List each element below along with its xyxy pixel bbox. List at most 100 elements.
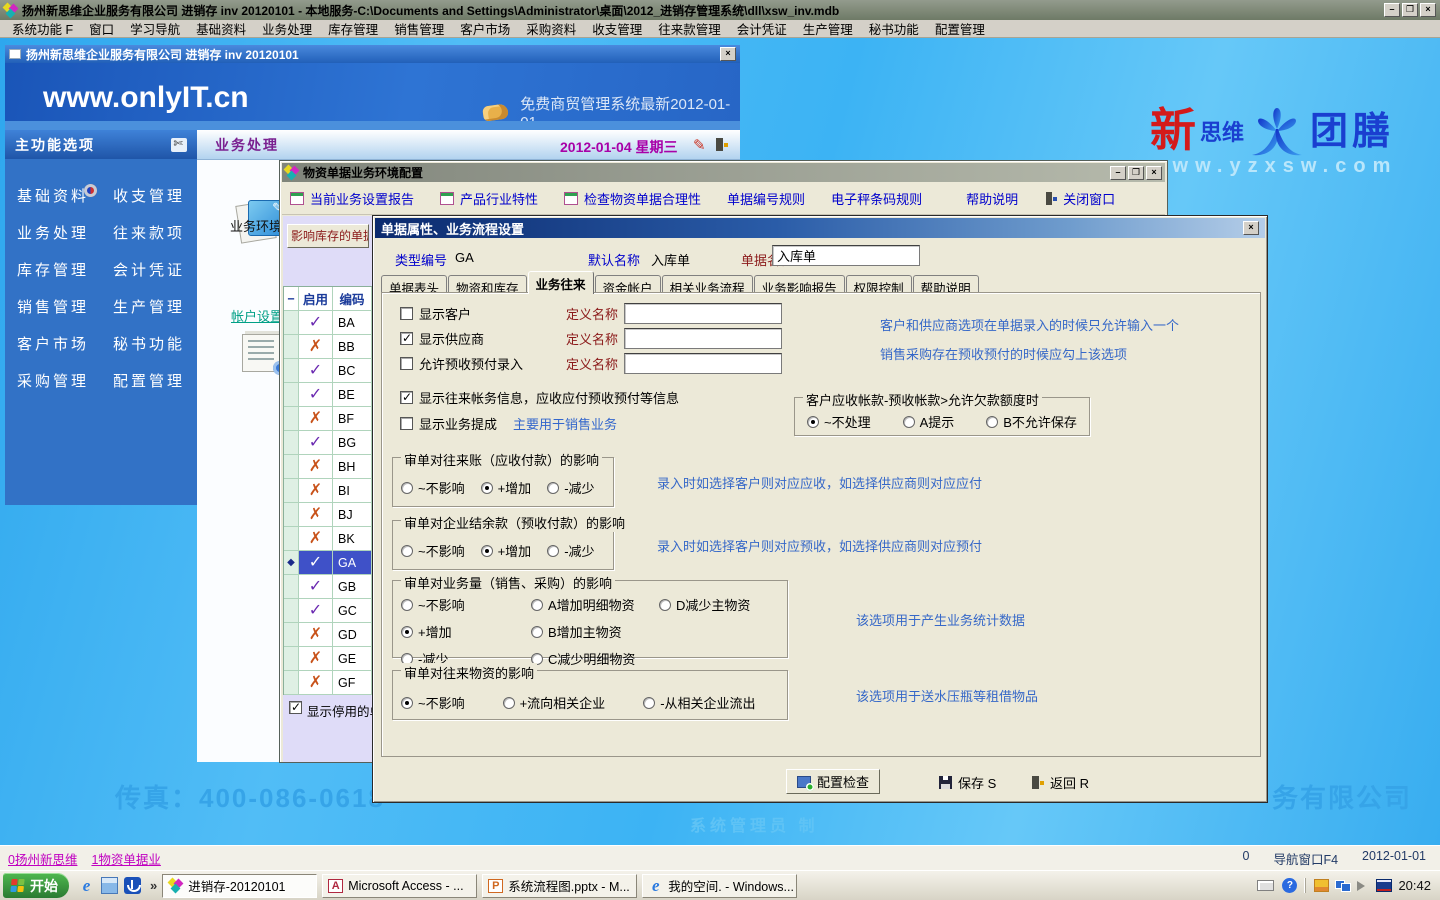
- menu-item[interactable]: 生产管理: [795, 19, 861, 38]
- radio-option[interactable]: -减少: [547, 541, 594, 560]
- overflow-chevron-icon[interactable]: »: [150, 878, 157, 893]
- define-name-input[interactable]: [624, 303, 782, 324]
- define-name-input[interactable]: [624, 328, 782, 349]
- radio-icon[interactable]: [531, 599, 543, 611]
- ime-icon[interactable]: [1314, 879, 1329, 892]
- sidebar-item[interactable]: 客户市场: [17, 333, 113, 354]
- radio-option[interactable]: +增加: [481, 541, 532, 560]
- radio-icon[interactable]: [903, 416, 915, 428]
- sidebar-item[interactable]: 销售管理: [17, 296, 113, 317]
- radio-option[interactable]: B增加主物资: [531, 622, 635, 641]
- radio-option[interactable]: ~不影响: [401, 595, 465, 614]
- maximize-button[interactable]: ❐: [1402, 3, 1418, 17]
- menu-item[interactable]: 采购资料: [518, 19, 584, 38]
- sidebar-item[interactable]: 基础资料: [17, 185, 113, 206]
- menu-item[interactable]: 收支管理: [584, 19, 650, 38]
- table-row[interactable]: ✓ BE: [284, 383, 372, 407]
- table-row[interactable]: ✗ BI: [284, 479, 372, 503]
- volume-icon[interactable]: [1357, 881, 1370, 891]
- menu-item[interactable]: 窗口: [81, 19, 122, 38]
- help-icon[interactable]: 帮助说明: [948, 189, 1018, 208]
- menu-item[interactable]: 秘书功能: [861, 19, 927, 38]
- radio-option[interactable]: +流向相关企业: [503, 693, 606, 712]
- start-button[interactable]: 开始: [3, 873, 69, 898]
- menu-item[interactable]: 业务处理: [254, 19, 320, 38]
- menu-item[interactable]: 库存管理: [320, 19, 386, 38]
- inventory-impact-button[interactable]: 影响库存的单据: [287, 224, 369, 248]
- save-button[interactable]: 保存 S: [939, 773, 996, 792]
- menu-item[interactable]: 配置管理: [927, 19, 993, 38]
- radio-icon[interactable]: [531, 626, 543, 638]
- toolbar-button[interactable]: 单据编号规则: [727, 189, 805, 208]
- task-button[interactable]: 我的空间. - Windows...: [642, 874, 797, 898]
- account-settings-link[interactable]: 帐户设置: [231, 306, 283, 325]
- radio-icon[interactable]: [401, 599, 413, 611]
- col-collapse[interactable]: −: [284, 287, 299, 310]
- radio-option[interactable]: +增加: [401, 622, 465, 641]
- accounts-info-checkbox[interactable]: [400, 391, 413, 404]
- table-row[interactable]: ✗ BB: [284, 335, 372, 359]
- sidebar-item[interactable]: 库存管理: [17, 259, 113, 280]
- table-row[interactable]: ✓ GC: [284, 599, 372, 623]
- radio-option[interactable]: D减少主物资: [659, 595, 750, 614]
- exit-door-icon[interactable]: [715, 138, 728, 151]
- sidebar-item[interactable]: 会计凭证: [113, 259, 209, 280]
- radio-option[interactable]: -减少: [547, 478, 594, 497]
- show-option-checkbox[interactable]: [400, 357, 413, 370]
- menu-item[interactable]: 系统功能 F: [4, 19, 81, 38]
- menu-item[interactable]: 会计凭证: [729, 19, 795, 38]
- toolbar-button[interactable]: 电子秤条码规则: [831, 189, 922, 208]
- report-icon[interactable]: 当前业务设置报告: [290, 189, 414, 208]
- radio-icon[interactable]: [401, 697, 413, 709]
- show-option-checkbox[interactable]: [400, 307, 413, 320]
- radio-icon[interactable]: [547, 482, 559, 494]
- commission-checkbox[interactable]: [400, 417, 413, 430]
- task-button[interactable]: 系统流程图.pptx - M...: [482, 874, 637, 898]
- table-row[interactable]: ✗ GF: [284, 671, 372, 695]
- table-row[interactable]: ✗ GE: [284, 647, 372, 671]
- radio-icon[interactable]: [401, 545, 413, 557]
- radio-icon[interactable]: [986, 416, 998, 428]
- help-question-icon[interactable]: ?: [1282, 878, 1297, 893]
- radio-option[interactable]: A增加明细物资: [531, 595, 635, 614]
- tab-business-processing[interactable]: 业务处理: [215, 135, 279, 155]
- radio-option[interactable]: ~不影响: [401, 541, 465, 560]
- radio-option[interactable]: ~不影响: [401, 693, 465, 712]
- table-row[interactable]: ✗ BH: [284, 455, 372, 479]
- radio-icon[interactable]: [807, 416, 819, 428]
- radio-icon[interactable]: [503, 697, 515, 709]
- sidebar-item[interactable]: 配置管理: [113, 370, 209, 391]
- show-option-checkbox[interactable]: [400, 332, 413, 345]
- menu-item[interactable]: 基础资料: [188, 19, 254, 38]
- report-icon[interactable]: 检查物资单据合理性: [564, 189, 701, 208]
- menu-item[interactable]: 销售管理: [386, 19, 452, 38]
- close-button[interactable]: ×: [1420, 3, 1436, 17]
- anchor-icon[interactable]: [124, 877, 141, 894]
- table-row[interactable]: ◆ ✓ GA: [284, 551, 372, 575]
- config-maximize-button[interactable]: ❐: [1128, 166, 1144, 180]
- table-row[interactable]: ✗ BK: [284, 527, 372, 551]
- table-row[interactable]: ✓ BA: [284, 311, 372, 335]
- sidebar-item[interactable]: 收支管理: [113, 185, 209, 206]
- config-minimize-button[interactable]: –: [1110, 166, 1126, 180]
- radio-option[interactable]: C减少明细物资: [531, 649, 635, 668]
- child-close-button[interactable]: ×: [720, 47, 736, 61]
- radio-option[interactable]: B不允许保存: [986, 412, 1077, 431]
- exit-door-icon[interactable]: 关闭窗口: [1044, 189, 1115, 208]
- table-row[interactable]: ✗ GD: [284, 623, 372, 647]
- radio-option[interactable]: -从相关企业流出: [643, 693, 755, 712]
- window-switch-link[interactable]: 0扬州新思维: [8, 849, 77, 868]
- sidebar-item[interactable]: 生产管理: [113, 296, 209, 317]
- pencil-icon[interactable]: ✎: [693, 136, 706, 154]
- radio-icon[interactable]: [401, 626, 413, 638]
- radio-option[interactable]: ~不处理: [807, 412, 871, 431]
- sidebar-item[interactable]: 往来款项: [113, 222, 209, 243]
- radio-icon[interactable]: [481, 545, 493, 557]
- sidebar-item[interactable]: 秘书功能: [113, 333, 209, 354]
- package-icon[interactable]: [101, 877, 118, 894]
- menu-item[interactable]: 往来款管理: [650, 19, 729, 38]
- table-row[interactable]: ✓ BC: [284, 359, 372, 383]
- task-button[interactable]: Microsoft Access - ...: [322, 874, 477, 898]
- radio-icon[interactable]: [481, 482, 493, 494]
- radio-icon[interactable]: [401, 482, 413, 494]
